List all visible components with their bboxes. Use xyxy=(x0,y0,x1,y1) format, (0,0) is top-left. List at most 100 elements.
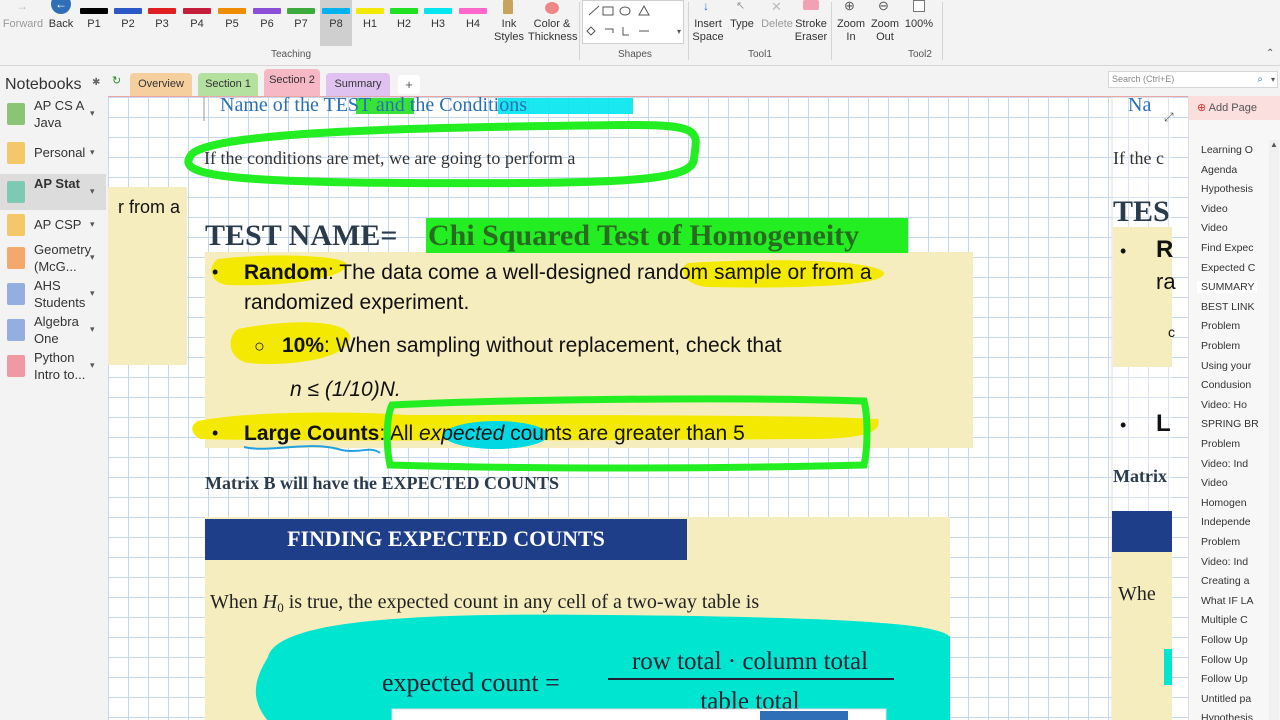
notebook-icon xyxy=(7,142,25,164)
notebook-item[interactable]: Personal ▾ xyxy=(0,138,106,168)
add-page-button[interactable]: ⊕ Add Page xyxy=(1189,96,1280,120)
page-item[interactable]: Condusion xyxy=(1201,379,1269,391)
pen-h3-button[interactable]: H3 xyxy=(422,0,454,36)
type-button[interactable]: ↖ Type xyxy=(728,0,756,46)
tool2-group-label: Tool2 xyxy=(908,49,932,60)
delete-button[interactable]: ✕ Delete xyxy=(760,0,794,46)
popup-blue-button[interactable] xyxy=(760,711,848,720)
pen-p4-button[interactable]: P4 xyxy=(181,0,213,36)
page-item[interactable]: Untitled pa xyxy=(1201,693,1269,705)
page-item[interactable]: Homogen xyxy=(1201,497,1269,509)
notebook-icon xyxy=(7,355,25,377)
chevron-down-icon[interactable]: ▾ xyxy=(90,252,95,263)
pen-p3-button[interactable]: P3 xyxy=(146,0,178,36)
section-tab-overview[interactable]: Overview xyxy=(130,73,192,96)
zoom-100-button[interactable]: 100% xyxy=(902,0,936,46)
page-item[interactable]: Video: Ind xyxy=(1201,556,1269,568)
section-tab-section-2[interactable]: Section 2 xyxy=(264,69,320,96)
notebook-item[interactable]: AHS Students ▾ xyxy=(0,276,106,312)
chevron-down-icon[interactable]: ▾ xyxy=(90,288,95,299)
page-item[interactable]: Video xyxy=(1201,222,1269,234)
pen-p1-button[interactable]: P1 xyxy=(78,0,110,36)
back-button[interactable]: ← Back xyxy=(44,0,78,46)
page-item[interactable]: Multiple C xyxy=(1201,614,1269,626)
page-item[interactable]: What IF LA xyxy=(1201,595,1269,607)
chevron-down-icon[interactable]: ▾ xyxy=(90,360,95,371)
page-item[interactable]: Video xyxy=(1201,477,1269,489)
color-thickness-button[interactable]: Color & Thickness xyxy=(528,0,578,46)
page-item[interactable]: Problem xyxy=(1201,536,1269,548)
eraser-icon xyxy=(803,0,819,10)
pin-icon[interactable]: ✱ xyxy=(92,77,100,88)
page-icon xyxy=(913,0,925,12)
page-scrollbar[interactable]: ▲ xyxy=(1269,140,1279,720)
chevron-down-icon[interactable]: ▾ xyxy=(90,147,95,158)
page-item[interactable]: Expected C xyxy=(1201,262,1269,274)
pen-p5-button[interactable]: P5 xyxy=(216,0,248,36)
zoom-out-button[interactable]: ⊖ Zoom Out xyxy=(868,0,902,46)
page-item[interactable]: Learning O xyxy=(1201,144,1269,156)
pen-h1-button[interactable]: H1 xyxy=(354,0,386,36)
section-tab-summary[interactable]: Summary xyxy=(326,73,390,96)
expand-icon[interactable]: ⤢ xyxy=(1163,110,1174,124)
pen-h2-button[interactable]: H2 xyxy=(388,0,420,36)
chevron-down-icon[interactable]: ▾ xyxy=(90,219,95,230)
page-item[interactable]: Problem xyxy=(1201,320,1269,332)
page-item[interactable]: Find Expec xyxy=(1201,242,1269,254)
pen-color-swatch xyxy=(390,8,418,14)
page-item[interactable]: BEST LINK xyxy=(1201,301,1269,313)
notebook-item[interactable]: AP Stat ▾ xyxy=(0,174,106,210)
shapes-more-icon[interactable]: ▾ xyxy=(677,27,681,36)
note-canvas[interactable]: Name of the TEST and the Conditions If t… xyxy=(108,96,1188,720)
pen-p6-button[interactable]: P6 xyxy=(251,0,283,36)
search-dropdown-icon[interactable]: ▾ xyxy=(1271,72,1275,87)
pen-label: P2 xyxy=(121,18,135,30)
insert-space-button[interactable]: ↓ Insert Space xyxy=(691,0,725,46)
page-item[interactable]: SPRING BR xyxy=(1201,418,1269,430)
search-input[interactable]: Search (Ctrl+E) ⌕ ▾ xyxy=(1108,71,1278,88)
page-item[interactable]: Follow Up xyxy=(1201,634,1269,646)
notebook-item[interactable]: Geometry (McG... ▾ xyxy=(0,240,106,276)
page-item[interactable]: Problem xyxy=(1201,438,1269,450)
pen-p7-button[interactable]: P7 xyxy=(285,0,317,36)
notebook-item[interactable]: Python Intro to... ▾ xyxy=(0,348,106,384)
page-item[interactable]: Problem xyxy=(1201,340,1269,352)
add-section-tab[interactable]: + xyxy=(398,75,420,94)
chevron-down-icon[interactable]: ▾ xyxy=(90,108,95,119)
sync-icon[interactable]: ↻ xyxy=(112,74,121,87)
page-item[interactable]: Follow Up xyxy=(1201,673,1269,685)
scroll-up-icon[interactable]: ▲ xyxy=(1270,140,1278,149)
notebook-item[interactable]: AP CS A Java ▾ xyxy=(0,96,106,132)
pen-p2-button[interactable]: P2 xyxy=(112,0,144,36)
search-icon[interactable]: ⌕ xyxy=(1257,72,1263,87)
section-tab-section-1[interactable]: Section 1 xyxy=(198,73,258,96)
ink-styles-button[interactable]: Ink Styles xyxy=(490,0,528,46)
page-item[interactable]: SUMMARY xyxy=(1197,281,1257,294)
pen-h4-button[interactable]: H4 xyxy=(457,0,489,36)
pen-p8-button[interactable]: P8 xyxy=(320,0,352,46)
expected-intro: When H0 is true, the expected count in a… xyxy=(210,591,759,615)
random-label: Random xyxy=(244,261,328,284)
page-item[interactable]: Follow Up xyxy=(1201,654,1269,666)
page-item[interactable]: Video: Ho xyxy=(1201,399,1269,411)
collapse-ribbon-icon[interactable]: ⌃ xyxy=(1266,48,1274,59)
forward-icon: → xyxy=(16,0,28,13)
page-item[interactable]: Independe xyxy=(1201,516,1269,528)
stroke-eraser-button[interactable]: Stroke Eraser xyxy=(794,0,828,46)
page-item[interactable]: Video: Ind xyxy=(1201,458,1269,470)
notebook-icon xyxy=(7,283,25,305)
shapes-gallery[interactable]: ▾ xyxy=(582,0,684,44)
forward-button[interactable]: → Forward xyxy=(2,0,44,46)
page-item[interactable]: Using your xyxy=(1201,360,1269,372)
page-item[interactable]: Hypothesis xyxy=(1201,712,1269,720)
chevron-down-icon[interactable]: ▾ xyxy=(90,324,95,335)
page-item[interactable]: Hypothesis xyxy=(1201,183,1269,195)
notebook-item[interactable]: AP CSP ▾ xyxy=(0,210,106,240)
zoom-in-button[interactable]: ⊕ Zoom In xyxy=(834,0,868,46)
page-item[interactable]: Video xyxy=(1201,203,1269,215)
preview-bullet-1: • xyxy=(1120,241,1126,261)
chevron-down-icon[interactable]: ▾ xyxy=(90,186,95,197)
page-item[interactable]: Creating a xyxy=(1201,575,1269,587)
page-item[interactable]: Agenda xyxy=(1201,164,1269,176)
notebook-item[interactable]: Algebra One ▾ xyxy=(0,312,106,348)
